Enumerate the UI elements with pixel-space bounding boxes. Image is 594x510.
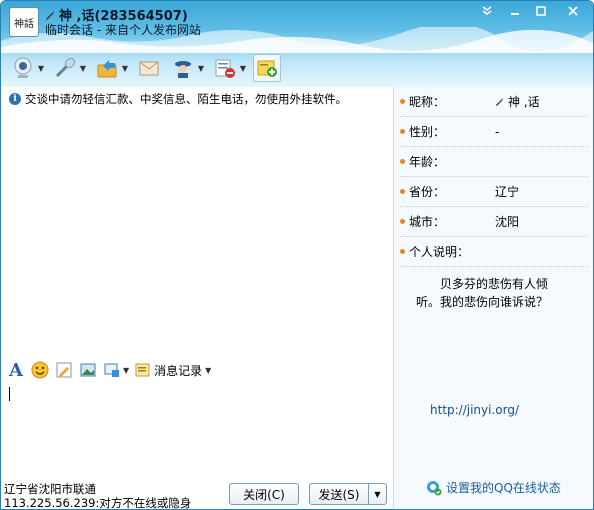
font-icon: A: [9, 359, 23, 381]
font-button[interactable]: A: [7, 359, 25, 381]
chevron-down-icon: ▼: [374, 489, 381, 499]
security-notice-text: 交谈中请勿轻信汇款、中奖信息、陌生电话，勿使用外挂软件。: [25, 92, 347, 106]
maximize-button[interactable]: [529, 3, 553, 19]
format-toolbar: A ▼ 消息记录 ▼: [7, 359, 211, 381]
profile-value: 神 ,话: [495, 93, 540, 110]
message-history-button[interactable]: 消息记录 ▼: [135, 362, 211, 379]
session-subtitle: 临时会话 - 来自个人发布网站: [45, 23, 201, 37]
video-call-button[interactable]: ▼: [9, 53, 45, 83]
profile-value: 沈阳: [495, 215, 520, 229]
security-notice: i 交谈中请勿轻信汇款、中奖信息、陌生电话，勿使用外挂软件。: [9, 91, 379, 107]
profile-label: 昵称：: [409, 95, 446, 109]
message-history-area[interactable]: [3, 107, 391, 357]
chat-window: 神話 神 ,话(283564507) 临时会话 - 来自个人发布网站 ▼ ▼ ▼…: [0, 0, 594, 510]
send-image-button[interactable]: [79, 361, 97, 379]
close-window-button[interactable]: [557, 3, 589, 19]
message-history-label: 消息记录: [154, 363, 203, 378]
signature-pen-icon: [495, 97, 504, 106]
add-friend-button[interactable]: [253, 53, 281, 83]
block-contact-button[interactable]: ▼: [211, 53, 247, 83]
message-input[interactable]: [3, 383, 391, 479]
set-qq-status-label: 设置我的QQ在线状态: [446, 481, 561, 495]
bullet-icon: [400, 159, 405, 164]
bullet-icon: [400, 129, 405, 134]
title-bar: 神話 神 ,话(283564507) 临时会话 - 来自个人发布网站 ▼ ▼ ▼…: [1, 1, 593, 87]
personal-signature: 贝多芬的悲伤有人倾听。我的悲伤向谁诉说？: [416, 277, 549, 309]
chevron-down-double-icon: [482, 6, 492, 15]
chevron-down-icon[interactable]: ▼: [37, 62, 45, 74]
chevron-down-icon[interactable]: ▼: [197, 62, 205, 74]
send-options-button[interactable]: ▼: [368, 484, 386, 504]
close-chat-button[interactable]: 关闭(C): [229, 483, 299, 505]
profile-label: 个人说明：: [409, 245, 470, 259]
profile-row-age: 年龄：: [400, 147, 588, 177]
send-email-button[interactable]: [135, 53, 163, 83]
profile-row-description: 个人说明：: [400, 237, 588, 267]
bullet-icon: [400, 99, 405, 104]
doodle-button[interactable]: [55, 361, 73, 379]
profile-label: 性别：: [409, 125, 446, 139]
contact-card-icon: [169, 54, 197, 82]
profile-row-nickname: 昵称： 神 ,话: [400, 87, 588, 117]
bullet-icon: [400, 189, 405, 194]
qq-status-icon: [427, 480, 442, 495]
chevron-down-icon: ▼: [205, 365, 212, 375]
voice-call-button[interactable]: ▼: [51, 53, 87, 83]
chat-toolbar: ▼ ▼ ▼ ▼ ▼: [9, 51, 287, 85]
pin-button[interactable]: [475, 3, 499, 19]
set-qq-status-link[interactable]: 设置我的QQ在线状态: [426, 479, 561, 496]
ip-status: 113.225.56.239:对方不在线或隐身: [4, 496, 192, 510]
chevron-down-icon[interactable]: ▼: [239, 62, 247, 74]
send-file-icon: [93, 54, 121, 82]
maximize-icon: [536, 6, 546, 16]
profile-label: 城市：: [409, 215, 446, 229]
send-button[interactable]: 发送(S) ▼: [309, 483, 387, 505]
bullet-icon: [400, 219, 405, 224]
profile-value: -: [495, 124, 500, 139]
add-friend-icon: [253, 54, 281, 82]
profile-panel: 昵称： 神 ,话 性别： - 年龄： 省份： 辽宁 城市： 沈阳 个人说明： 贝…: [393, 87, 593, 509]
chevron-down-icon[interactable]: ▼: [79, 62, 87, 74]
profile-value: 辽宁: [495, 185, 520, 199]
chevron-down-icon[interactable]: ▼: [121, 62, 129, 74]
history-icon: [135, 363, 150, 377]
screenshot-icon: [104, 363, 119, 377]
minimize-icon: [511, 13, 519, 15]
contact-avatar[interactable]: 神話: [9, 7, 39, 37]
image-icon: [80, 363, 96, 377]
pencil-icon: [56, 362, 72, 378]
email-icon: [135, 54, 163, 82]
profile-row-city: 城市： 沈阳: [400, 207, 588, 237]
signature-pen-icon: [46, 10, 54, 20]
bullet-icon: [400, 249, 405, 254]
chevron-down-icon[interactable]: ▼: [123, 366, 129, 375]
close-chat-label: 关闭(C): [243, 487, 285, 502]
profile-row-gender: 性别： -: [400, 117, 588, 147]
webcam-icon: [9, 54, 37, 82]
block-icon: [211, 54, 239, 82]
profile-label: 省份：: [409, 185, 446, 199]
nickname-value: 神 ,话: [508, 95, 540, 109]
homepage-link[interactable]: http://jinyi.org/: [430, 403, 519, 417]
avatar-text: 神話: [14, 18, 34, 30]
info-icon: i: [9, 93, 21, 105]
profile-label: 年龄：: [409, 155, 446, 169]
send-label: 发送(S): [318, 487, 360, 502]
emoticon-button[interactable]: [31, 361, 49, 379]
microphone-icon: [51, 54, 79, 82]
close-icon: [568, 6, 578, 16]
send-file-button[interactable]: ▼: [93, 53, 129, 83]
profile-row-province: 省份： 辽宁: [400, 177, 588, 207]
text-caret: [9, 387, 10, 401]
smiley-icon: [31, 361, 49, 379]
contact-info-button[interactable]: ▼: [169, 53, 205, 83]
screenshot-button[interactable]: ▼: [103, 361, 129, 379]
minimize-button[interactable]: [503, 3, 527, 19]
